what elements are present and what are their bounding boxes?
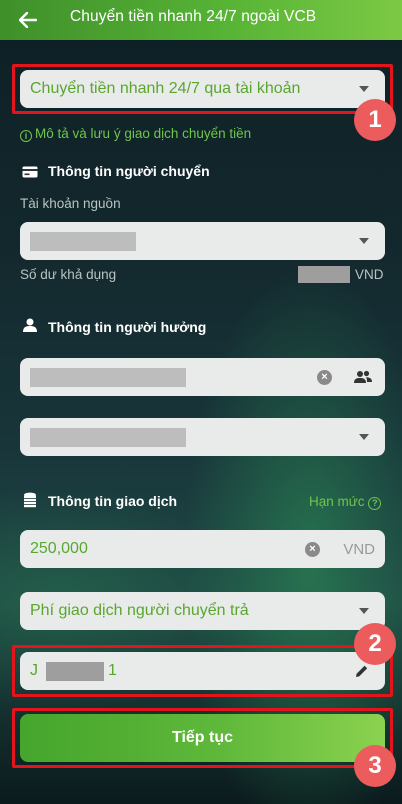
step-badge-3: 3 bbox=[354, 745, 396, 787]
back-arrow-icon[interactable] bbox=[14, 6, 42, 34]
limit-link-text: Hạn mức bbox=[309, 494, 365, 509]
card-icon bbox=[22, 165, 38, 183]
coins-icon bbox=[22, 492, 38, 513]
source-account-label: Tài khoản nguồn bbox=[20, 196, 121, 211]
clear-icon[interactable]: × bbox=[305, 542, 320, 557]
clear-icon[interactable]: × bbox=[317, 370, 332, 385]
amount-input[interactable]: 250,000 × VND bbox=[20, 530, 385, 568]
masked-bank-name bbox=[30, 428, 186, 447]
masked-balance bbox=[298, 266, 350, 283]
chevron-down-icon bbox=[359, 608, 369, 614]
beneficiary-bank-select[interactable] bbox=[20, 418, 385, 456]
fee-option-value: Phí giao dịch người chuyển trả bbox=[30, 602, 249, 619]
amount-value: 250,000 bbox=[30, 540, 88, 557]
balance-label: Số dư khả dụng bbox=[20, 267, 117, 282]
masked-beneficiary-account bbox=[30, 368, 186, 387]
sender-section-title: Thông tin người chuyển bbox=[48, 163, 210, 179]
fee-option-select[interactable]: Phí giao dịch người chuyển trả bbox=[20, 592, 385, 630]
transaction-section-title: Thông tin giao dịch bbox=[48, 493, 178, 509]
step-badge-2: 2 bbox=[354, 623, 396, 665]
beneficiary-account-input[interactable]: × bbox=[20, 358, 385, 396]
info-icon: i bbox=[20, 130, 32, 142]
contacts-icon[interactable] bbox=[354, 370, 372, 389]
highlight-box-3 bbox=[12, 708, 393, 768]
chevron-down-icon bbox=[359, 434, 369, 440]
person-icon bbox=[23, 318, 37, 337]
balance-currency: VND bbox=[355, 267, 384, 282]
transfer-note-link[interactable]: i Mô tả và lưu ý giao dịch chuyển tiền bbox=[20, 126, 251, 142]
page-title: Chuyển tiền nhanh 24/7 ngoài VCB bbox=[70, 8, 317, 25]
help-icon: ? bbox=[368, 497, 382, 510]
source-account-select[interactable] bbox=[20, 222, 385, 260]
masked-account-number bbox=[30, 232, 136, 251]
step-badge-1: 1 bbox=[354, 99, 396, 141]
chevron-down-icon bbox=[359, 238, 369, 244]
amount-currency: VND bbox=[343, 541, 375, 558]
transfer-note-text: Mô tả và lưu ý giao dịch chuyển tiền bbox=[35, 126, 252, 141]
highlight-box-2 bbox=[12, 645, 393, 697]
app-header: Chuyển tiền nhanh 24/7 ngoài VCB bbox=[0, 0, 402, 40]
beneficiary-section-title: Thông tin người hưởng bbox=[48, 319, 207, 335]
limit-link[interactable]: Hạn mức ? bbox=[309, 494, 382, 510]
highlight-box-1 bbox=[12, 64, 393, 114]
